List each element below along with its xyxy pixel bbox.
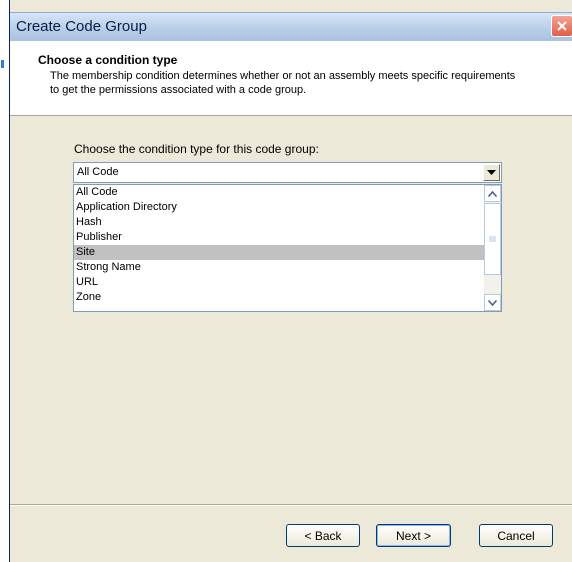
list-item-all-code[interactable]: All Code — [74, 185, 485, 200]
back-button[interactable]: < Back — [286, 524, 360, 547]
background-marker — [1, 60, 4, 68]
chevron-down-icon — [487, 169, 496, 175]
condition-type-list[interactable]: All Code Application Directory Hash Publ… — [73, 184, 502, 312]
background-strip — [0, 0, 9, 562]
scrollbar-thumb[interactable] — [484, 203, 501, 275]
list-item-application-directory[interactable]: Application Directory — [74, 200, 485, 215]
combobox-value: All Code — [77, 166, 119, 178]
list-item-zone[interactable]: Zone — [74, 290, 485, 305]
condition-type-label: Choose the condition type for this code … — [74, 142, 319, 156]
chevron-up-icon — [488, 190, 497, 197]
dropdown-button[interactable] — [483, 164, 500, 181]
close-button[interactable] — [551, 15, 572, 37]
scroll-up-button[interactable] — [484, 185, 501, 202]
list-item-site[interactable]: Site — [74, 245, 485, 260]
dialog-window: Create Code Group Choose a condition typ… — [9, 0, 572, 562]
scroll-down-button[interactable] — [484, 294, 501, 311]
cancel-button[interactable]: Cancel — [479, 524, 553, 547]
footer-divider — [10, 504, 572, 506]
grip-icon — [489, 236, 496, 242]
window-title: Create Code Group — [16, 18, 147, 35]
page-description: The membership condition determines whet… — [50, 70, 516, 96]
title-bar[interactable]: Create Code Group — [10, 12, 572, 41]
list-item-hash[interactable]: Hash — [74, 215, 485, 230]
list-item-url[interactable]: URL — [74, 275, 485, 290]
wizard-header: Choose a condition type The membership c… — [10, 41, 572, 116]
next-button[interactable]: Next > — [376, 524, 451, 547]
chevron-down-icon — [488, 299, 497, 306]
list-item-publisher[interactable]: Publisher — [74, 230, 485, 245]
close-icon — [557, 21, 567, 31]
condition-type-combobox[interactable]: All Code — [73, 162, 502, 183]
vertical-scrollbar[interactable] — [484, 185, 501, 311]
list-item-strong-name[interactable]: Strong Name — [74, 260, 485, 275]
page-title: Choose a condition type — [38, 53, 178, 67]
